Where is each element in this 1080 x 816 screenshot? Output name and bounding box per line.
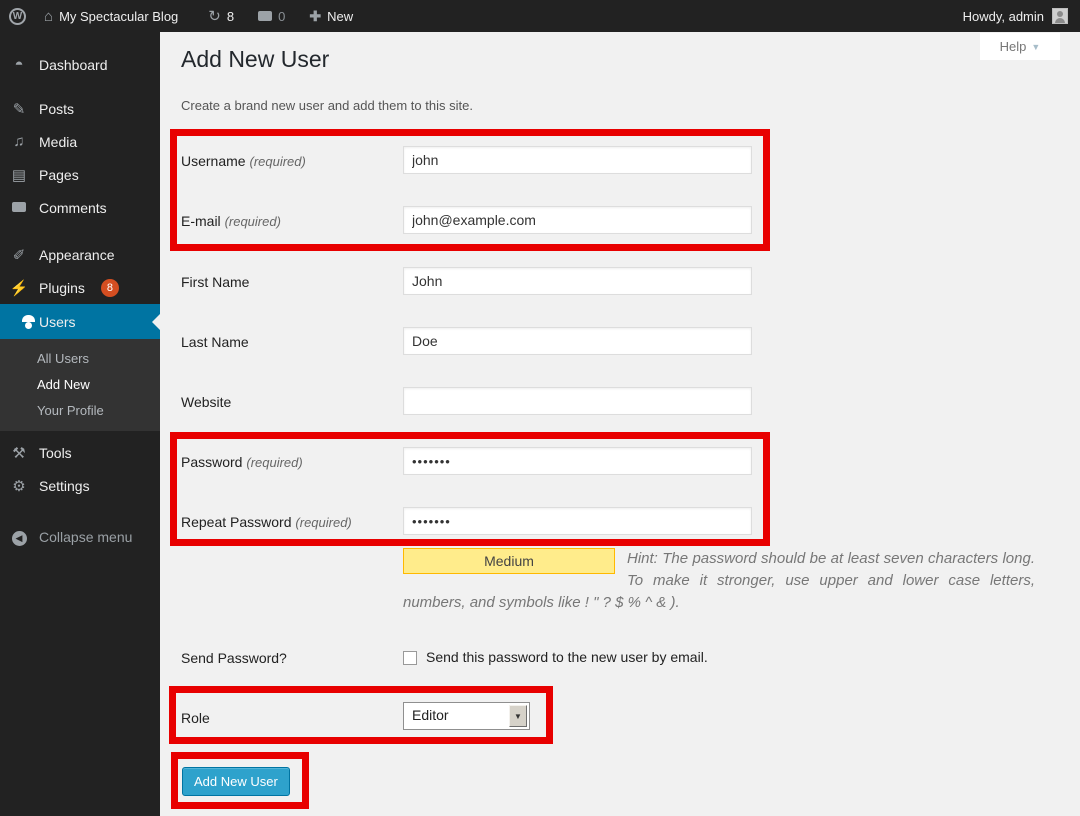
first-name-field[interactable] xyxy=(403,267,752,295)
submenu-item-all-users[interactable]: All Users xyxy=(0,346,160,372)
comments-link[interactable]: 0 xyxy=(249,0,294,32)
username-field[interactable] xyxy=(403,146,752,174)
dashboard-gauge-icon: ◓ xyxy=(9,56,29,73)
sidebar-item-label: Tools xyxy=(39,445,72,461)
admin-sidebar: ◓ Dashboard ✎ Posts ♫ Media ▤ Pages Comm… xyxy=(0,32,160,816)
new-label: New xyxy=(327,9,353,24)
sidebar-item-label: Dashboard xyxy=(39,57,108,73)
sidebar-item-label: Settings xyxy=(39,478,90,494)
role-dropdown[interactable]: Editor ▼ xyxy=(403,702,530,730)
sidebar-item-label: Users xyxy=(39,314,76,330)
collapse-menu-button[interactable]: ◀ Collapse menu xyxy=(0,520,160,553)
posts-pushpin-icon: ✎ xyxy=(9,100,29,118)
first-name-label: First Name xyxy=(181,274,396,290)
collapse-menu-label: Collapse menu xyxy=(39,529,132,545)
sidebar-item-posts[interactable]: ✎ Posts xyxy=(0,92,160,125)
repeat-password-field[interactable] xyxy=(403,507,752,535)
main-content: Help ▼ Add New User Create a brand new u… xyxy=(160,32,1080,816)
send-password-checkbox-label: Send this password to the new user by em… xyxy=(426,649,708,665)
sidebar-item-label: Media xyxy=(39,134,77,150)
dropdown-arrow-icon: ▼ xyxy=(509,705,527,727)
sidebar-item-media[interactable]: ♫ Media xyxy=(0,125,160,158)
password-strength-area: Medium Hint: The password should be at l… xyxy=(403,548,1035,614)
howdy-account-link[interactable]: Howdy, admin xyxy=(963,9,1044,24)
settings-sliders-icon: ⚙ xyxy=(9,477,29,495)
collapse-arrow-icon: ◀ xyxy=(9,528,29,546)
last-name-label: Last Name xyxy=(181,334,396,350)
email-label: E-mail (required) xyxy=(181,213,396,229)
role-label: Role xyxy=(181,710,396,726)
pages-icon: ▤ xyxy=(9,166,29,184)
last-name-field[interactable] xyxy=(403,327,752,355)
sidebar-item-label: Posts xyxy=(39,101,74,117)
role-selected-value: Editor xyxy=(412,707,449,723)
repeat-password-label: Repeat Password (required) xyxy=(181,514,396,530)
sidebar-item-dashboard[interactable]: ◓ Dashboard xyxy=(0,48,160,81)
admin-bar: W ⌂ My Spectacular Blog ↻ 8 0 ✚ New Howd… xyxy=(0,0,1080,32)
user-avatar[interactable] xyxy=(1052,8,1068,24)
media-icon: ♫ xyxy=(9,133,29,150)
updates-count: 8 xyxy=(227,9,234,24)
comments-bubble-icon xyxy=(9,199,29,216)
wordpress-logo-icon: W xyxy=(9,8,26,25)
sidebar-item-label: Pages xyxy=(39,167,79,183)
sidebar-item-label: Plugins xyxy=(39,280,85,296)
sidebar-item-label: Comments xyxy=(39,200,107,216)
chevron-down-icon: ▼ xyxy=(1031,42,1040,52)
password-field[interactable] xyxy=(403,447,752,475)
comment-bubble-icon xyxy=(258,11,272,21)
sidebar-item-settings[interactable]: ⚙ Settings xyxy=(0,469,160,502)
website-label: Website xyxy=(181,394,396,410)
plus-icon: ✚ xyxy=(309,8,321,25)
new-content-button[interactable]: ✚ New xyxy=(300,0,362,32)
plugins-plug-icon: ⚡ xyxy=(9,279,29,297)
send-password-label: Send Password? xyxy=(181,650,396,666)
website-field[interactable] xyxy=(403,387,752,415)
email-field[interactable] xyxy=(403,206,752,234)
home-icon: ⌂ xyxy=(44,9,53,24)
page-title: Add New User xyxy=(181,46,329,73)
tools-wrench-icon: ⚒ xyxy=(9,444,29,462)
site-name-link[interactable]: ⌂ My Spectacular Blog xyxy=(35,0,187,32)
help-label: Help xyxy=(1000,39,1027,54)
password-label: Password (required) xyxy=(181,454,396,470)
users-submenu: All Users Add New Your Profile xyxy=(0,339,160,431)
submenu-item-your-profile[interactable]: Your Profile xyxy=(0,398,160,424)
site-name: My Spectacular Blog xyxy=(59,9,178,24)
comments-count: 0 xyxy=(278,9,285,24)
add-new-user-button[interactable]: Add New User xyxy=(182,767,290,796)
appearance-brush-icon: ✐ xyxy=(9,246,29,264)
password-strength-meter: Medium xyxy=(403,548,615,574)
updates-icon: ↻ xyxy=(208,9,221,24)
updates-link[interactable]: ↻ 8 xyxy=(199,0,243,32)
sidebar-item-comments[interactable]: Comments xyxy=(0,191,160,224)
sidebar-item-label: Appearance xyxy=(39,247,115,263)
sidebar-item-plugins[interactable]: ⚡ Plugins 8 xyxy=(0,271,160,304)
sidebar-item-users[interactable]: Users xyxy=(0,304,160,339)
help-button[interactable]: Help ▼ xyxy=(980,33,1060,60)
plugins-update-badge: 8 xyxy=(101,279,119,297)
send-password-checkbox[interactable] xyxy=(403,651,417,665)
sidebar-item-tools[interactable]: ⚒ Tools xyxy=(0,436,160,469)
page-subtitle: Create a brand new user and add them to … xyxy=(181,98,473,113)
sidebar-item-pages[interactable]: ▤ Pages xyxy=(0,158,160,191)
username-label: Username (required) xyxy=(181,153,396,169)
wordpress-logo-button[interactable]: W xyxy=(0,0,35,32)
submenu-item-add-new[interactable]: Add New xyxy=(0,372,160,398)
sidebar-item-appearance[interactable]: ✐ Appearance xyxy=(0,238,160,271)
